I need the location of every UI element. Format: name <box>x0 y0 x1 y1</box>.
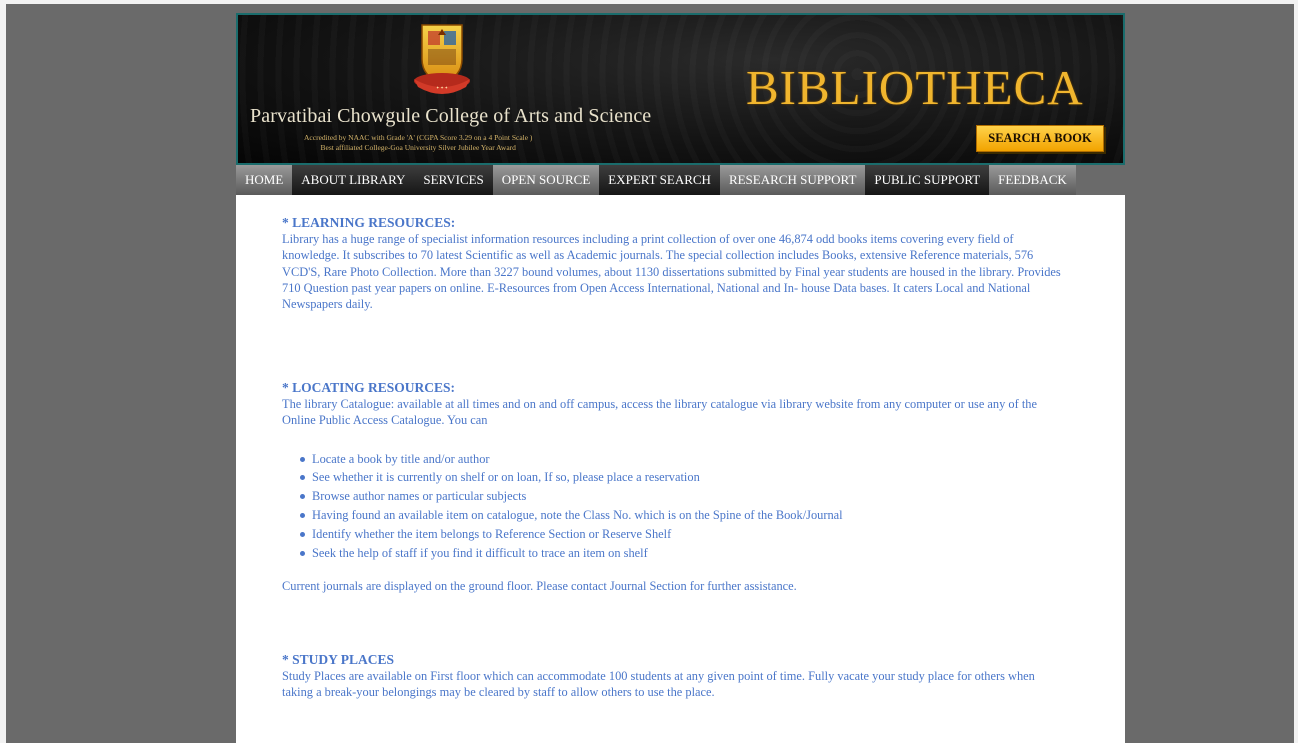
college-name: Parvatibai Chowgule College of Arts and … <box>250 105 652 127</box>
window-left-edge <box>0 0 6 743</box>
locating-resources-intro: The library Catalogue: available at all … <box>282 397 1037 428</box>
nav-open-source[interactable]: OPEN SOURCE <box>492 165 600 195</box>
nav-research-support[interactable]: RESEARCH SUPPORT <box>719 165 866 195</box>
window-top-edge <box>0 0 1298 4</box>
page-container: ✦ ✦ ✦ Parvatibai Chowgule College of Art… <box>236 13 1125 743</box>
list-item: Browse author names or particular subjec… <box>282 487 1062 506</box>
accreditation-line-2: Best affiliated College-Goa University S… <box>320 143 516 152</box>
journals-note: Current journals are displayed on the gr… <box>282 579 797 594</box>
accreditation-line-1: Accredited by NAAC with Grade 'A' (CGPA … <box>304 133 533 142</box>
bullet-icon <box>300 456 305 462</box>
window-right-edge <box>1294 0 1298 743</box>
list-item: Seek the help of staff if you find it di… <box>282 544 1062 563</box>
list-item: Having found an available item on catalo… <box>282 506 1062 525</box>
bullet-icon <box>300 531 305 537</box>
list-item: See whether it is currently on shelf or … <box>282 468 1062 487</box>
list-item: Locate a book by title and/or author <box>282 450 1062 469</box>
bullet-icon <box>300 550 305 556</box>
site-title: BIBLIOTHECA <box>746 60 1084 115</box>
study-places-heading: * STUDY PLACES <box>282 652 395 667</box>
nav-services[interactable]: SERVICES <box>414 165 493 195</box>
site-banner: ✦ ✦ ✦ Parvatibai Chowgule College of Art… <box>236 13 1125 165</box>
nav-public-support[interactable]: PUBLIC SUPPORT <box>865 165 990 195</box>
search-a-book-button[interactable]: SEARCH A BOOK <box>976 125 1104 152</box>
nav-about-library[interactable]: ABOUT LIBRARY <box>292 165 415 195</box>
nav-home[interactable]: HOME <box>236 165 293 195</box>
list-item-text: See whether it is currently on shelf or … <box>312 470 700 485</box>
svg-text:✦ ✦ ✦: ✦ ✦ ✦ <box>436 85 449 90</box>
locating-resources-section: * LOCATING RESOURCES: The library Catalo… <box>282 379 1062 595</box>
main-content: * LEARNING RESOURCES: Library has a huge… <box>236 195 1125 743</box>
accreditation-text: Accredited by NAAC with Grade 'A' (CGPA … <box>304 133 532 153</box>
study-places-body: Study Places are available on First floo… <box>282 669 1035 700</box>
learning-resources-heading: * LEARNING RESOURCES: <box>282 215 456 230</box>
bullet-icon <box>300 494 305 500</box>
bullet-icon <box>300 512 305 518</box>
list-item-text: Seek the help of staff if you find it di… <box>312 545 648 560</box>
college-crest-icon: ✦ ✦ ✦ <box>414 24 470 94</box>
bullet-icon <box>300 475 305 481</box>
nav-expert-search[interactable]: EXPERT SEARCH <box>599 165 720 195</box>
learning-resources-section: * LEARNING RESOURCES: Library has a huge… <box>282 214 1062 312</box>
locating-resources-heading: * LOCATING RESOURCES: <box>282 380 456 395</box>
list-item-text: Browse author names or particular subjec… <box>312 489 527 504</box>
list-item: Identify whether the item belongs to Ref… <box>282 525 1062 544</box>
list-item-text: Having found an available item on catalo… <box>312 507 843 522</box>
learning-resources-body: Library has a huge range of specialist i… <box>282 232 1061 312</box>
locating-resources-list: Locate a book by title and/or author See… <box>282 450 1062 563</box>
list-item-text: Identify whether the item belongs to Ref… <box>312 526 672 541</box>
study-places-section: * STUDY PLACES Study Places are availabl… <box>282 651 1062 701</box>
main-nav: HOME ABOUT LIBRARY SERVICES OPEN SOURCE … <box>236 165 1076 195</box>
list-item-text: Locate a book by title and/or author <box>312 451 490 466</box>
nav-feedback[interactable]: FEEDBACK <box>989 165 1076 195</box>
